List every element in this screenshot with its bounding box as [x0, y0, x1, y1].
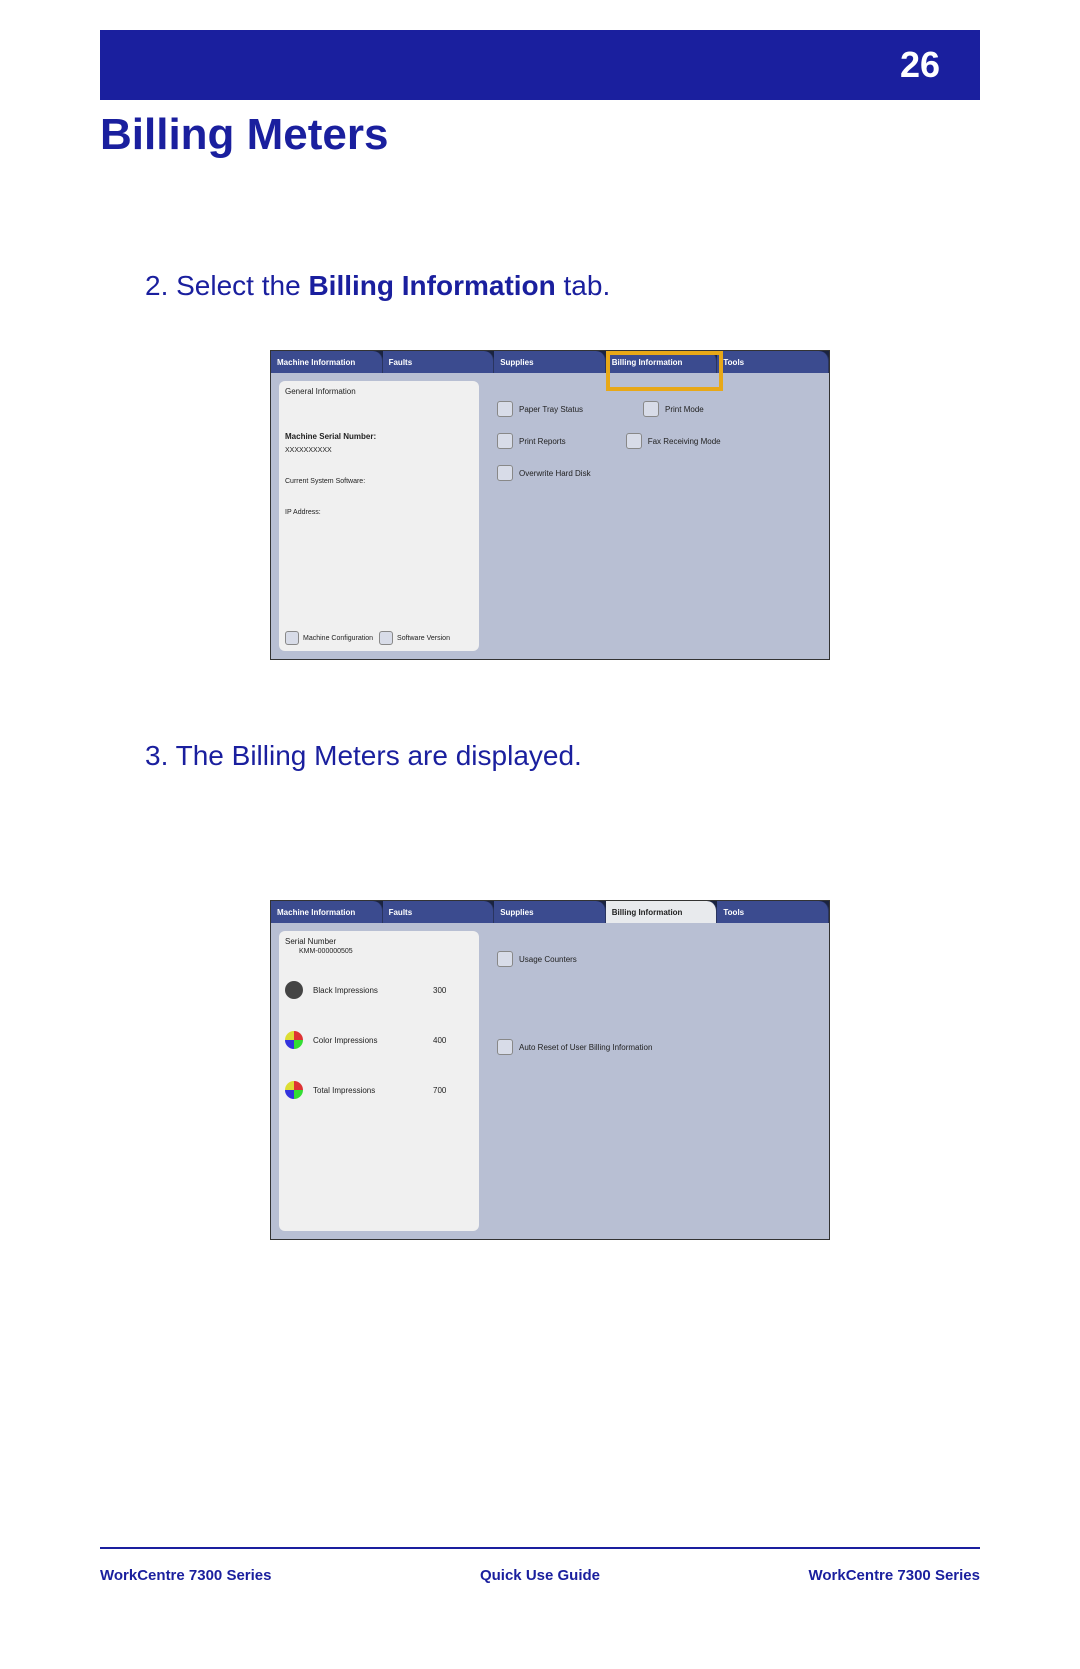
general-info-label: General Information	[285, 387, 473, 396]
ip-label: IP Address:	[285, 509, 473, 516]
right-panel: Paper Tray Status Print Mode Print Repor…	[487, 381, 821, 651]
label: Total Impressions	[313, 1086, 423, 1095]
step-2-suffix: tab.	[556, 270, 610, 301]
tab-faults[interactable]: Faults	[383, 901, 495, 923]
footer-center: Quick Use Guide	[480, 1567, 600, 1584]
header-bar: 26	[100, 30, 980, 100]
panel: Serial Number KMM-000000505 Black Impres…	[271, 923, 829, 1239]
label: Auto Reset of User Billing Information	[519, 1043, 652, 1052]
step-2: 2. Select the Billing Information tab.	[145, 270, 610, 302]
label: Software Version	[397, 635, 450, 642]
black-impressions-row: Black Impressions 300	[285, 981, 473, 999]
usage-counters-button[interactable]: Usage Counters	[497, 951, 811, 967]
machine-config-button[interactable]: Machine Configuration	[285, 631, 373, 645]
button-row: Machine Configuration Software Version	[285, 631, 473, 645]
button-icon	[285, 631, 299, 645]
tab-billing-information[interactable]: Billing Information	[606, 351, 718, 373]
label: Print Mode	[665, 405, 704, 414]
button-icon	[497, 951, 513, 967]
footer-divider	[100, 1547, 980, 1549]
label: Paper Tray Status	[519, 405, 583, 414]
software-label: Current System Software:	[285, 478, 473, 485]
tab-machine-information[interactable]: Machine Information	[271, 901, 383, 923]
label: Overwrite Hard Disk	[519, 469, 591, 478]
total-impressions-row: Total Impressions 700	[285, 1081, 473, 1099]
step-2-bold: Billing Information	[308, 270, 555, 301]
label: Usage Counters	[519, 955, 577, 964]
label: Color Impressions	[313, 1036, 423, 1045]
tabs-row: Machine Information Faults Supplies Bill…	[271, 351, 829, 373]
footer-right: WorkCentre 7300 Series	[809, 1567, 980, 1584]
tab-machine-information[interactable]: Machine Information	[271, 351, 383, 373]
tabs-row: Machine Information Faults Supplies Bill…	[271, 901, 829, 923]
left-panel: Serial Number KMM-000000505 Black Impres…	[279, 931, 479, 1231]
panel: General Information Machine Serial Numbe…	[271, 373, 829, 659]
color-sphere-icon	[285, 1031, 303, 1049]
screenshot-billing-meters: Machine Information Faults Supplies Bill…	[270, 900, 830, 1240]
right-panel: Usage Counters Auto Reset of User Billin…	[487, 931, 821, 1231]
step-2-prefix: 2. Select the	[145, 270, 308, 301]
label: Fax Receiving Mode	[648, 437, 721, 446]
left-panel: General Information Machine Serial Numbe…	[279, 381, 479, 651]
footer-left: WorkCentre 7300 Series	[100, 1567, 271, 1584]
page-number: 26	[900, 44, 940, 86]
black-sphere-icon	[285, 981, 303, 999]
label: Black Impressions	[313, 986, 423, 995]
label: Print Reports	[519, 437, 566, 446]
serial-label: Machine Serial Number:	[285, 432, 473, 441]
serial-label: Serial Number	[285, 937, 473, 946]
tab-tools[interactable]: Tools	[717, 351, 829, 373]
value: 300	[433, 986, 473, 995]
serial-value: KMM-000000505	[299, 948, 473, 955]
step-3: 3. The Billing Meters are displayed.	[145, 740, 582, 772]
tab-supplies[interactable]: Supplies	[494, 351, 606, 373]
value: 700	[433, 1086, 473, 1095]
button-icon	[626, 433, 642, 449]
button-icon	[497, 1039, 513, 1055]
button-icon	[497, 465, 513, 481]
fax-mode-button[interactable]: Fax Receiving Mode	[626, 433, 721, 449]
tab-faults[interactable]: Faults	[383, 351, 495, 373]
page-title: Billing Meters	[100, 110, 389, 160]
tab-supplies[interactable]: Supplies	[494, 901, 606, 923]
label: Machine Configuration	[303, 635, 373, 642]
button-icon	[497, 401, 513, 417]
footer: WorkCentre 7300 Series Quick Use Guide W…	[100, 1567, 980, 1584]
screenshot-machine-info: Machine Information Faults Supplies Bill…	[270, 350, 830, 660]
color-sphere-icon	[285, 1081, 303, 1099]
overwrite-disk-button[interactable]: Overwrite Hard Disk	[497, 465, 591, 481]
serial-value: XXXXXXXXXX	[285, 447, 473, 454]
software-version-button[interactable]: Software Version	[379, 631, 450, 645]
tab-tools[interactable]: Tools	[717, 901, 829, 923]
paper-tray-status-button[interactable]: Paper Tray Status	[497, 401, 583, 417]
auto-reset-billing-button[interactable]: Auto Reset of User Billing Information	[497, 1039, 811, 1055]
color-impressions-row: Color Impressions 400	[285, 1031, 473, 1049]
print-reports-button[interactable]: Print Reports	[497, 433, 566, 449]
button-icon	[643, 401, 659, 417]
value: 400	[433, 1036, 473, 1045]
print-mode-button[interactable]: Print Mode	[643, 401, 704, 417]
button-icon	[379, 631, 393, 645]
button-icon	[497, 433, 513, 449]
tab-billing-information[interactable]: Billing Information	[606, 901, 718, 923]
